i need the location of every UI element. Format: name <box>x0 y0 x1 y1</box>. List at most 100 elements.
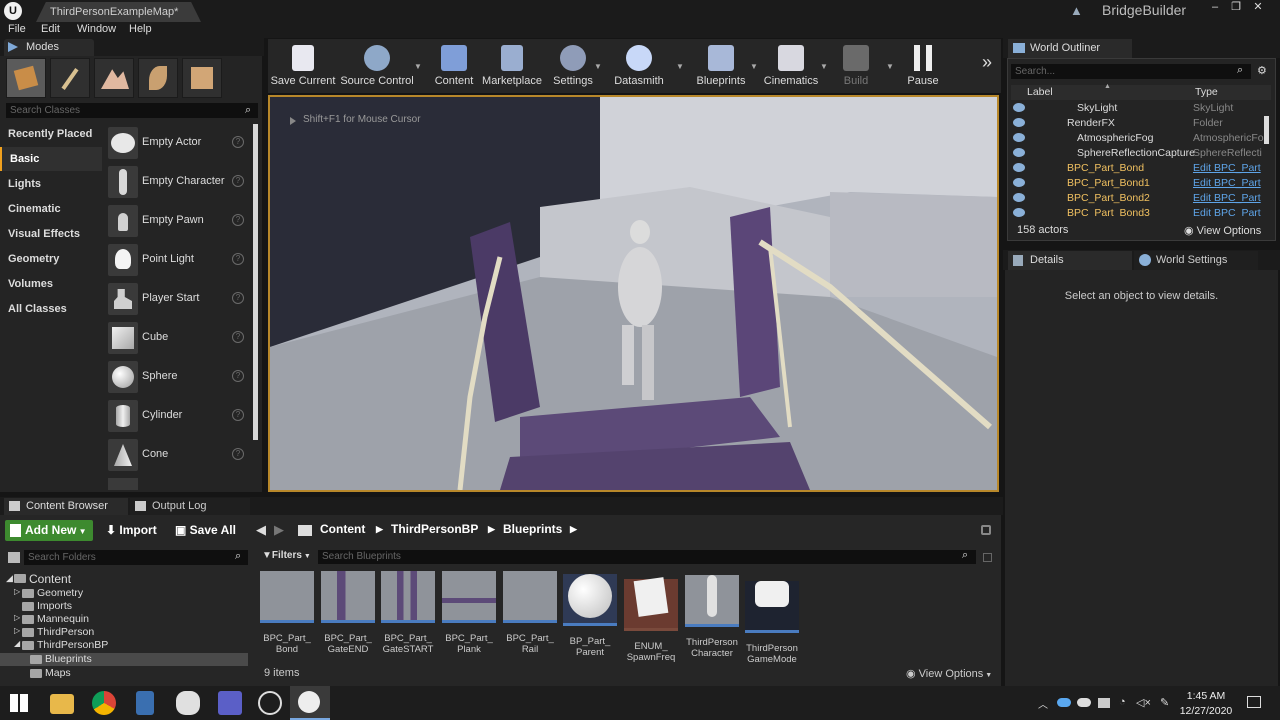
outliner-row-type-link[interactable]: Edit BPC_Part <box>1193 177 1261 189</box>
place-item-cylinder[interactable]: Cylinder? <box>104 397 252 435</box>
unreal-logo-icon[interactable]: U <box>4 2 22 20</box>
tree-item-imports[interactable]: Imports <box>0 600 248 613</box>
sources-panel-icon[interactable] <box>8 552 20 563</box>
tree-collapse-icon[interactable]: ▷ <box>14 587 20 596</box>
tree-expand-icon[interactable]: ◢ <box>14 639 20 648</box>
cinematics-dropdown-icon[interactable]: ▼ <box>820 62 828 71</box>
clock-time[interactable]: 1:45 AM <box>1178 690 1234 702</box>
help-icon[interactable]: ? <box>232 175 244 187</box>
help-icon[interactable]: ? <box>232 292 244 304</box>
place-item-empty-character[interactable]: Empty Character? <box>104 163 252 201</box>
help-icon[interactable]: ? <box>232 253 244 265</box>
asset-tile[interactable]: ThirdPerson Character <box>685 571 739 661</box>
tab-modes[interactable]: Modes <box>4 39 94 56</box>
tree-item-blueprints[interactable]: Blueprints <box>0 653 248 666</box>
breadcrumb-separator-icon[interactable]: ▶ <box>488 524 495 535</box>
visibility-eye-icon[interactable] <box>1013 178 1025 187</box>
tree-item-content[interactable]: ◢ Content <box>0 572 248 587</box>
search-folders-input[interactable]: Search Folders <box>24 550 248 565</box>
wifi-icon[interactable]: ◔ <box>1119 696 1126 708</box>
help-icon[interactable]: ? <box>232 448 244 460</box>
level-viewport[interactable] <box>268 95 999 492</box>
save-current-button[interactable]: Save Current <box>270 42 336 90</box>
tree-item-thirdpersonbp[interactable]: ◢ ThirdPersonBP <box>0 639 248 652</box>
category-visual-effects[interactable]: Visual Effects <box>0 222 102 246</box>
teams-icon[interactable] <box>218 691 242 715</box>
landscape-mode-button[interactable] <box>94 58 134 98</box>
outliner-row[interactable]: BPC_Part_Bond1 Edit BPC_Part <box>1011 176 1263 191</box>
breadcrumb-separator-icon[interactable]: ▶ <box>570 524 577 535</box>
help-icon[interactable]: ? <box>232 370 244 382</box>
tree-expand-icon[interactable]: ◢ <box>6 573 13 584</box>
geometry-mode-button[interactable] <box>182 58 222 98</box>
place-item-empty-actor[interactable]: Empty Actor? <box>104 124 252 162</box>
visibility-eye-icon[interactable] <box>1013 208 1025 217</box>
blueprints-button[interactable]: Blueprints <box>694 42 748 90</box>
marketplace-button[interactable]: Marketplace <box>480 42 544 90</box>
outliner-row-type-link[interactable]: Edit BPC_Part <box>1193 207 1261 217</box>
outliner-row-type-link[interactable]: Edit BPC_Part <box>1193 192 1261 204</box>
tab-details[interactable]: Details <box>1008 251 1132 270</box>
outliner-col-label[interactable]: Label <box>1027 86 1053 98</box>
asset-tile[interactable]: BPC_Part_ GateEND <box>321 571 375 661</box>
search-icon[interactable]: ⌕ <box>962 549 968 562</box>
category-recently-placed[interactable]: Recently Placed <box>0 122 102 146</box>
pause-button[interactable]: Pause <box>902 42 944 90</box>
tab-output-log[interactable]: Output Log <box>130 498 250 515</box>
asset-tile[interactable]: BPC_Part_ GateSTART <box>381 571 435 661</box>
close-button[interactable]: ✕ <box>1248 0 1268 14</box>
unreal-taskbar-button[interactable] <box>290 686 330 720</box>
level-tab[interactable]: ThirdPersonExampleMap* <box>36 2 201 22</box>
tree-collapse-icon[interactable]: ▷ <box>14 626 20 635</box>
category-volumes[interactable]: Volumes <box>0 272 102 296</box>
category-all-classes[interactable]: All Classes <box>0 297 102 321</box>
visibility-eye-icon[interactable] <box>1013 118 1025 127</box>
content-view-options-button[interactable]: ◉ View Options ▼ <box>906 667 992 680</box>
tree-collapse-icon[interactable]: ▷ <box>14 613 20 622</box>
menu-edit[interactable]: Edit <box>41 23 60 35</box>
breadcrumb-separator-icon[interactable]: ▶ <box>376 524 383 535</box>
datasmith-dropdown-icon[interactable]: ▼ <box>676 62 684 71</box>
unity-icon[interactable] <box>258 691 282 715</box>
device-icon[interactable] <box>1098 698 1110 708</box>
onedrive-icon[interactable] <box>1057 698 1071 707</box>
visibility-eye-icon[interactable] <box>1013 148 1025 157</box>
tray-chevron-icon[interactable]: ︿ <box>1038 696 1048 711</box>
outliner-row[interactable]: SkyLight SkyLight <box>1011 101 1263 116</box>
file-explorer-icon[interactable] <box>50 694 74 714</box>
toolbar-overflow-icon[interactable]: » <box>982 52 992 73</box>
outliner-row-type-link[interactable]: Edit BPC_Part <box>1193 162 1261 174</box>
save-all-button[interactable]: ▣ Save All <box>175 520 236 541</box>
game-controller-icon[interactable] <box>176 691 200 715</box>
visibility-eye-icon[interactable] <box>1013 103 1025 112</box>
search-icon[interactable]: ⌕ <box>245 104 251 117</box>
clock-date[interactable]: 12/27/2020 <box>1178 705 1234 717</box>
tree-item-mannequin[interactable]: ▷ Mannequin <box>0 613 248 626</box>
lock-icon[interactable] <box>981 525 991 535</box>
tree-item-thirdperson[interactable]: ▷ ThirdPerson <box>0 626 248 639</box>
source-control-button[interactable]: Source Control <box>340 42 414 90</box>
breadcrumb-blueprints[interactable]: Blueprints <box>503 522 562 536</box>
import-button[interactable]: ⬇ Import <box>106 520 157 541</box>
asset-tile[interactable]: ENUM_ SpawnFreq <box>624 571 678 663</box>
place-mode-button[interactable] <box>6 58 46 98</box>
history-back-icon[interactable]: ◀ <box>256 522 266 538</box>
tree-item-maps[interactable]: Maps <box>0 667 248 680</box>
menu-window[interactable]: Window <box>77 23 116 35</box>
datasmith-button[interactable]: Datasmith <box>610 42 668 90</box>
settings-dropdown-icon[interactable]: ▼ <box>594 62 602 71</box>
place-item-empty-pawn[interactable]: Empty Pawn? <box>104 202 252 240</box>
foliage-mode-button[interactable] <box>138 58 178 98</box>
category-basic[interactable]: Basic <box>0 147 102 171</box>
modes-scrollbar[interactable] <box>253 124 258 440</box>
breadcrumb-content[interactable]: Content <box>320 522 365 536</box>
asset-tile[interactable]: BPC_Part_ Plank <box>442 571 496 661</box>
outliner-row[interactable]: SphereReflectionCapture SphereReflecti <box>1011 146 1263 161</box>
outliner-view-options-button[interactable]: ◉ View Options <box>1184 224 1261 237</box>
windows-start-icon[interactable] <box>10 694 28 712</box>
category-cinematic[interactable]: Cinematic <box>0 197 102 221</box>
visibility-eye-icon[interactable] <box>1013 133 1025 142</box>
outliner-row[interactable]: AtmosphericFog AtmosphericFo <box>1011 131 1264 146</box>
tab-world-outliner[interactable]: World Outliner <box>1008 39 1132 58</box>
place-item-cone[interactable]: Cone? <box>104 436 252 474</box>
